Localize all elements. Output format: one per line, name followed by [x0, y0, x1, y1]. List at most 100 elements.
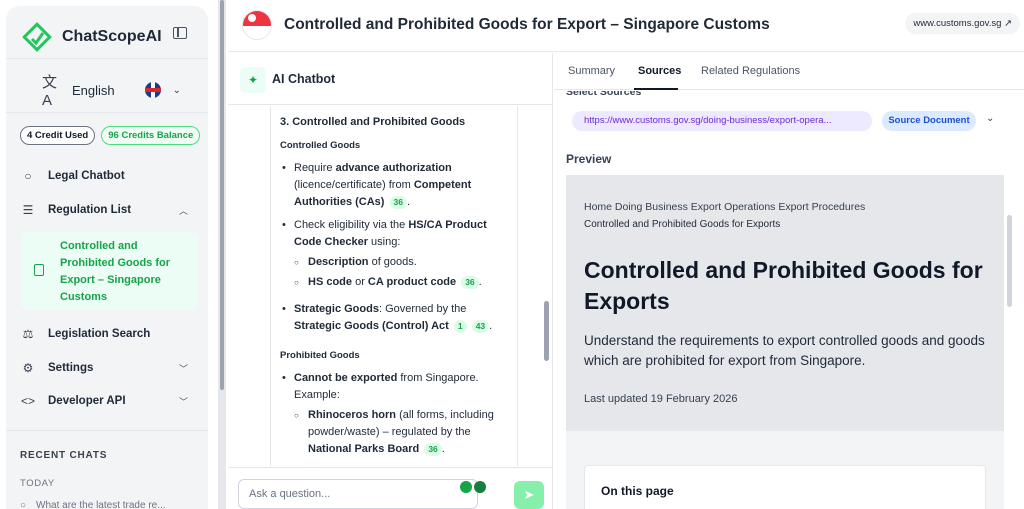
send-button[interactable]: ➤	[514, 481, 544, 509]
brand-name: ChatScopeAI	[62, 28, 162, 45]
resize-handle[interactable]	[218, 0, 226, 509]
sidebar: ChatScopeAI 文A English ⌄ 4 Credit Used 9…	[0, 0, 216, 509]
breadcrumb-current: Controlled and Prohibited Goods for Expo…	[584, 219, 781, 230]
chat-panel: ✦ AI Chatbot 3. Controlled and Prohibite…	[228, 53, 553, 509]
chevron-down-icon: ﹀	[178, 363, 188, 374]
list-item: Check eligibility via the HS/CA Product …	[280, 217, 512, 251]
nav-label: Legal Chatbot	[48, 170, 125, 182]
citation-badge[interactable]: 36	[424, 443, 442, 456]
location-pin-icon[interactable]	[460, 481, 472, 493]
citation-badge[interactable]: 1	[453, 320, 467, 333]
divider	[6, 430, 208, 431]
nav-label: Regulation List	[48, 204, 132, 216]
tab-sources[interactable]: Sources	[638, 65, 681, 77]
preview-description: Understand the requirements to export co…	[584, 333, 985, 368]
divider	[6, 112, 208, 113]
preview-label: Preview	[566, 152, 612, 166]
controlled-goods-heading: Controlled Goods	[280, 140, 361, 151]
send-icon: ➤	[523, 487, 535, 502]
list-item: Strategic Goods: Governed by the Strateg…	[280, 301, 512, 335]
chat-title: AI Chatbot	[272, 72, 336, 86]
recent-chat-label: What are the latest trade re...	[36, 500, 166, 509]
nav-label: Legislation Search	[48, 328, 151, 340]
input-tools	[460, 481, 486, 493]
code-icon: <>	[20, 394, 35, 408]
chevron-down-icon: ⌄	[172, 84, 182, 96]
credits-used-badge: 4 Credit Used	[20, 126, 96, 145]
last-updated: Last updated 19 February 2026	[584, 393, 738, 405]
preview-hero: Home Doing Business Export Operations Ex…	[566, 175, 1004, 431]
preview-scrollbar[interactable]	[1007, 215, 1012, 307]
recent-chats-heading: RECENT CHATS	[20, 450, 108, 461]
chat-scrollbar[interactable]	[544, 301, 549, 361]
preview-title: Controlled and Prohibited Goods for Expo…	[584, 257, 983, 314]
citation-badge[interactable]: 43	[471, 320, 490, 333]
regulation-item-label: Controlled and Prohibited Goods for Expo…	[60, 240, 170, 303]
page-title: Controlled and Prohibited Goods for Expo…	[284, 16, 770, 33]
citation-badge[interactable]: 36	[461, 276, 479, 289]
nav-settings[interactable]: ⚙ Settings ﹀	[20, 358, 196, 378]
page-header: Controlled and Prohibited Goods for Expo…	[228, 0, 1024, 52]
source-url-chip[interactable]: https://www.customs.gov.sg/doing-busines…	[572, 111, 872, 131]
recent-chat-item[interactable]: ○ What are the latest trade re...	[20, 500, 166, 509]
list-item: Rhinoceros horn (all forms, including po…	[280, 407, 512, 458]
list-item: Cannot be exported from Singapore. Examp…	[280, 370, 512, 404]
chat-header: ✦ AI Chatbot	[228, 53, 553, 105]
chevron-down-icon: ﹀	[178, 396, 188, 407]
list-item: HS code or CA product code 36.	[280, 274, 512, 291]
credits-balance-badge: 96 Credits Balance	[101, 126, 201, 145]
scale-icon: ⚖	[22, 327, 34, 341]
document-icon	[34, 264, 44, 276]
tab-related-regulations[interactable]: Related Regulations	[701, 65, 800, 77]
chevron-down-icon[interactable]: ⌄	[986, 113, 994, 124]
chatscope-logo-icon	[22, 22, 52, 52]
breadcrumb[interactable]: Home Doing Business Export Operations Ex…	[584, 201, 865, 213]
external-link-icon: ↗	[1004, 18, 1012, 29]
source-document-badge[interactable]: Source Document	[882, 111, 976, 131]
prohibited-goods-heading: Prohibited Goods	[280, 350, 360, 361]
nav-regulation-list[interactable]: ☰ Regulation List ︿	[20, 200, 196, 220]
list-item: Description of goods.	[280, 254, 512, 271]
on-this-page-card: On this page	[584, 465, 986, 509]
on-this-page-title: On this page	[601, 484, 674, 498]
divider	[6, 58, 208, 59]
citation-badge[interactable]: 36	[389, 196, 407, 209]
chat-input[interactable]	[238, 479, 478, 509]
grammarly-icon[interactable]	[474, 481, 486, 493]
controlled-list: Require advance authorization (licence/c…	[280, 160, 512, 335]
nav-label: Settings	[48, 362, 94, 374]
list-icon: ☰	[22, 203, 34, 217]
gear-icon: ⚙	[22, 361, 34, 375]
sidebar-collapse-icon[interactable]	[173, 27, 187, 39]
source-row: https://www.customs.gov.sg/doing-busines…	[568, 109, 1008, 133]
chat-bubble-icon: ○	[20, 500, 27, 509]
message-heading: 3. Controlled and Prohibited Goods	[280, 116, 466, 128]
active-tab-indicator	[634, 88, 678, 90]
brand[interactable]: ChatScopeAI	[22, 18, 162, 56]
uk-flag-icon	[144, 82, 161, 98]
source-url-link[interactable]: www.customs.gov.sg ↗	[905, 13, 1020, 34]
language-selector[interactable]: 文A English ⌄	[42, 74, 182, 109]
chevron-up-icon: ︿	[178, 205, 188, 216]
regulation-item-active[interactable]: Controlled and Prohibited Goods for Expo…	[22, 232, 198, 310]
source-url-text: www.customs.gov.sg	[913, 18, 1002, 29]
prohibited-list: Cannot be exported from Singapore. Examp…	[280, 370, 512, 458]
chat-input-bar: ➤	[228, 467, 553, 509]
list-item: Require advance authorization (licence/c…	[280, 160, 512, 211]
language-label: English	[72, 82, 115, 98]
tab-summary[interactable]: Summary	[568, 65, 615, 77]
chat-messages[interactable]: 3. Controlled and Prohibited Goods Contr…	[228, 106, 553, 466]
sparkle-icon: ✦	[240, 67, 266, 93]
assistant-message: 3. Controlled and Prohibited Goods Contr…	[280, 106, 512, 458]
singapore-flag-icon	[242, 10, 272, 40]
translate-icon: 文A	[42, 74, 58, 109]
preview-frame[interactable]: Home Doing Business Export Operations Ex…	[566, 175, 1004, 509]
credits-row: 4 Credit Used 96 Credits Balance	[20, 126, 201, 145]
nav-developer-api[interactable]: <> Developer API ﹀	[20, 391, 196, 411]
source-panel: Summary Sources Related Regulations Sele…	[554, 53, 1024, 509]
nav-legislation-search[interactable]: ⚖ Legislation Search	[20, 324, 196, 344]
chat-bubble-icon: ○	[24, 169, 32, 183]
panel-tabs: Summary Sources Related Regulations	[554, 53, 1024, 90]
nav-legal-chatbot[interactable]: ○ Legal Chatbot	[20, 166, 196, 186]
today-heading: TODAY	[20, 478, 55, 489]
